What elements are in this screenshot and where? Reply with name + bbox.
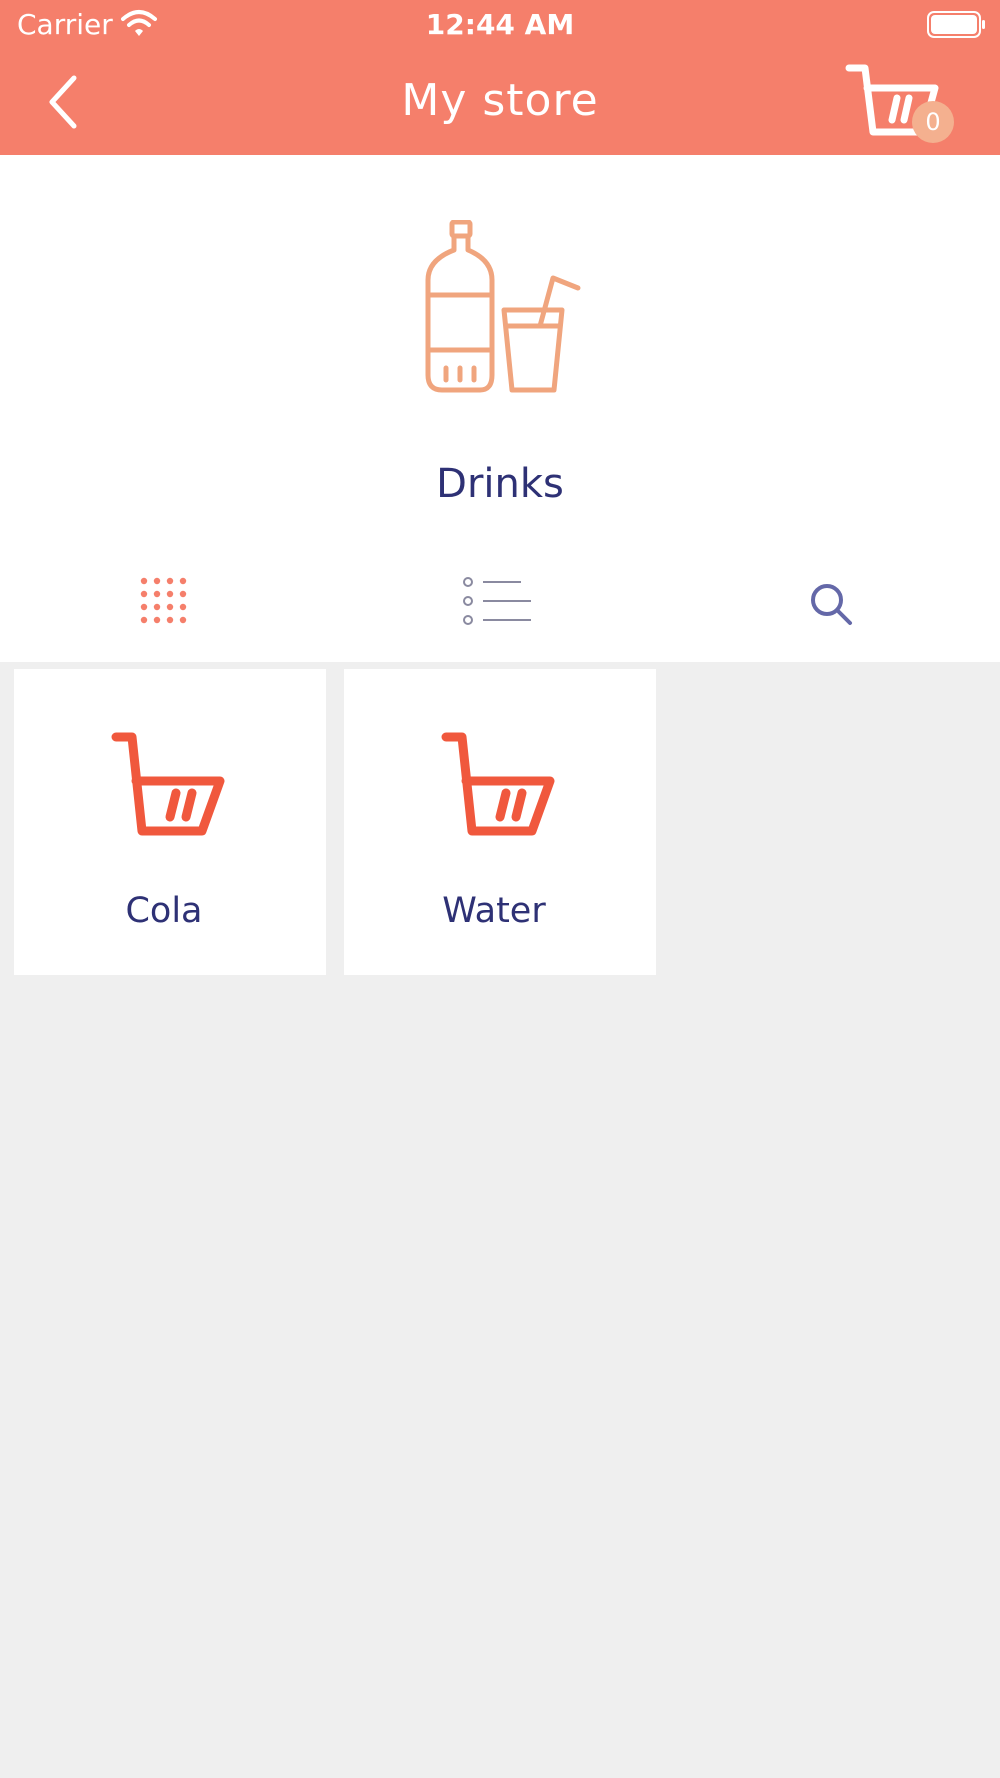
product-name: Water xyxy=(442,891,546,931)
header-bar: Carrier 12:44 AM My store 0 xyxy=(0,0,1000,155)
shopping-cart-icon xyxy=(441,732,555,836)
status-time: 12:44 AM xyxy=(425,8,575,41)
cart-count-badge: 0 xyxy=(912,101,954,143)
shopping-cart-icon xyxy=(111,732,225,836)
drinks-icon xyxy=(425,220,581,393)
grid-view-icon[interactable] xyxy=(136,573,196,633)
list-view-icon[interactable] xyxy=(459,573,539,633)
product-card-water[interactable]: Water xyxy=(344,669,656,975)
product-name: Cola xyxy=(125,891,203,931)
product-card-cola[interactable]: Cola xyxy=(14,669,326,975)
category-header: Drinks xyxy=(0,155,1000,662)
status-bar: Carrier 12:44 AM xyxy=(0,0,1000,50)
battery-icon xyxy=(927,11,985,38)
category-name: Drinks xyxy=(436,461,564,507)
search-icon[interactable] xyxy=(800,573,860,633)
